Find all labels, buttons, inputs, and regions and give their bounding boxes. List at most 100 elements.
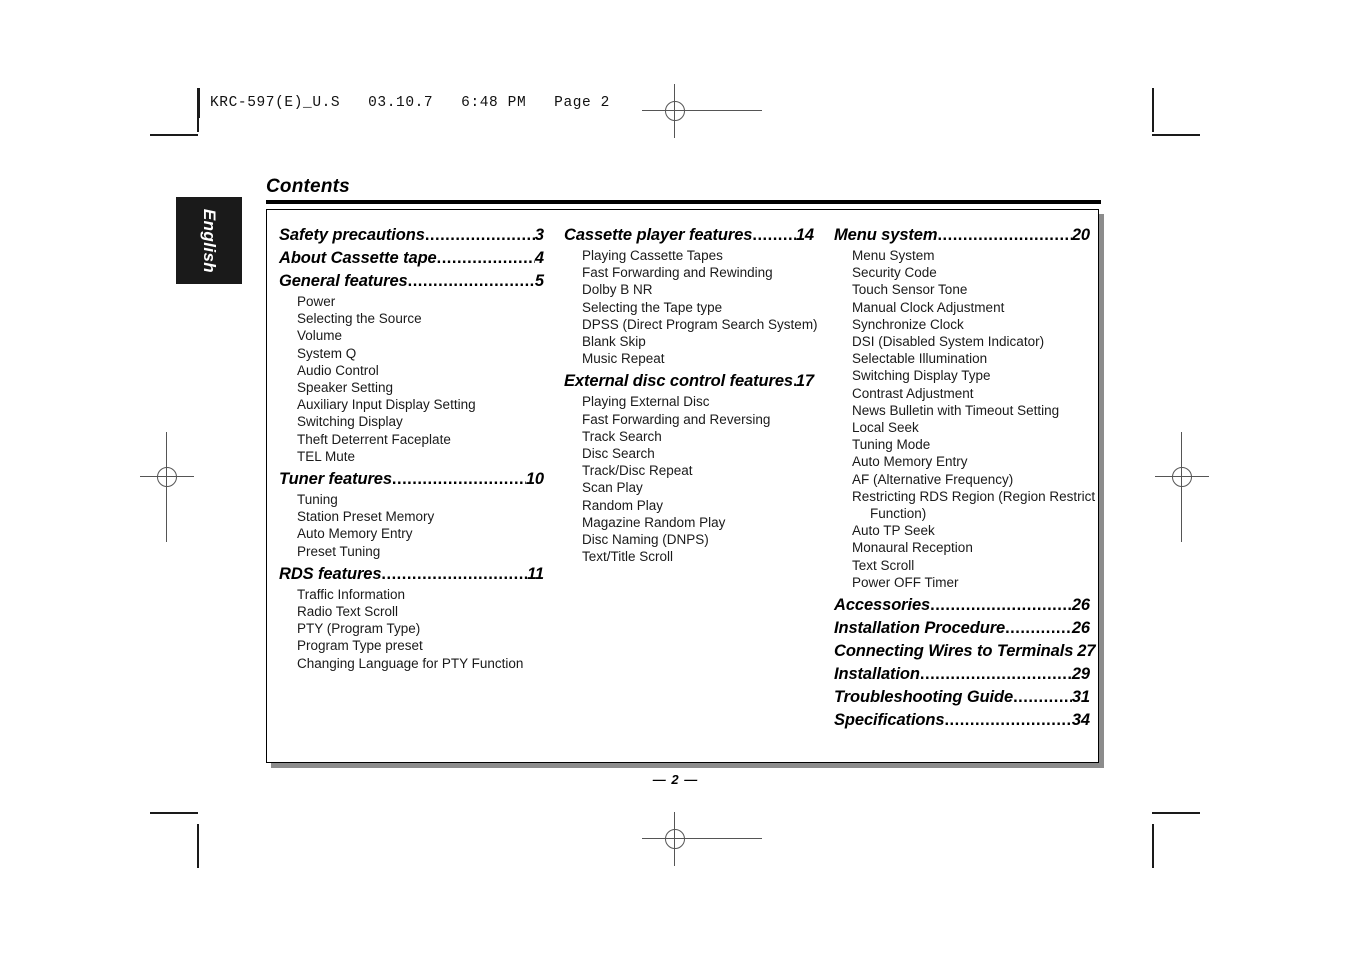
contents-subitem[interactable]: TEL Mute bbox=[279, 448, 544, 465]
contents-subitem[interactable]: System Q bbox=[279, 345, 544, 362]
page-title: Contents bbox=[266, 176, 350, 197]
contents-subitem[interactable]: Synchronize Clock bbox=[834, 316, 1090, 333]
contents-entry[interactable]: RDS features 11 bbox=[279, 563, 544, 586]
contents-subitem[interactable]: Tuning bbox=[279, 491, 544, 508]
contents-subitem[interactable]: Volume bbox=[279, 327, 544, 344]
dot-leader bbox=[752, 224, 795, 247]
contents-subitem[interactable]: Local Seek bbox=[834, 419, 1090, 436]
registration-mark-left bbox=[140, 432, 194, 542]
contents-entry[interactable]: Cassette player features 14 bbox=[564, 224, 814, 247]
contents-subitem[interactable]: Speaker Setting bbox=[279, 379, 544, 396]
contents-entry[interactable]: Accessories 26 bbox=[834, 594, 1090, 617]
contents-entry[interactable]: External disc control features17 bbox=[564, 370, 814, 393]
contents-subitem[interactable]: Track Search bbox=[564, 428, 814, 445]
contents-subitem[interactable]: DPSS (Direct Program Search System) bbox=[564, 316, 818, 333]
contents-subitem[interactable]: Auxiliary Input Display Setting bbox=[279, 396, 544, 413]
contents-subitem[interactable]: Track/Disc Repeat bbox=[564, 462, 814, 479]
contents-subitem[interactable]: Selectable Illumination bbox=[834, 350, 1090, 367]
contents-subitem[interactable]: Text Scroll bbox=[834, 557, 1090, 574]
language-tab-label: English bbox=[200, 208, 219, 273]
contents-subitem[interactable]: Touch Sensor Tone bbox=[834, 281, 1090, 298]
contents-entry[interactable]: Safety precautions 3 bbox=[279, 224, 544, 247]
contents-subitem[interactable]: News Bulletin with Timeout Setting bbox=[834, 402, 1090, 419]
contents-subitem[interactable]: Auto Memory Entry bbox=[834, 453, 1090, 470]
dot-leader bbox=[937, 224, 1071, 247]
dot-leader bbox=[930, 594, 1072, 617]
contents-subitem[interactable]: Theft Deterrent Faceplate bbox=[279, 431, 544, 448]
dot-leader bbox=[425, 224, 535, 247]
contents-entry[interactable]: Specifications 34 bbox=[834, 709, 1090, 732]
contents-subitem[interactable]: Audio Control bbox=[279, 362, 544, 379]
contents-subitem[interactable]: Manual Clock Adjustment bbox=[834, 299, 1090, 316]
contents-subitem[interactable]: Security Code bbox=[834, 264, 1090, 281]
contents-subitem[interactable]: Playing External Disc bbox=[564, 393, 814, 410]
dot-leader bbox=[408, 270, 535, 293]
contents-subitem[interactable]: Power bbox=[279, 293, 544, 310]
contents-subitem[interactable]: PTY (Program Type) bbox=[279, 620, 544, 637]
contents-subitem[interactable]: Restricting RDS Region (Region Restrict bbox=[834, 488, 1095, 505]
contents-subitem[interactable]: Program Type preset bbox=[279, 637, 544, 654]
dot-leader bbox=[381, 563, 527, 586]
contents-entry[interactable]: Connecting Wires to Terminals 27 bbox=[834, 640, 1096, 663]
contents-subitem-continuation: Function) bbox=[870, 506, 927, 522]
contents-entry-page: 14 bbox=[795, 226, 814, 244]
contents-subitem[interactable]: Music Repeat bbox=[564, 350, 814, 367]
contents-entry[interactable]: Installation Procedure 26 bbox=[834, 617, 1090, 640]
contents-entry-title: General features bbox=[279, 272, 408, 290]
contents-subitem[interactable]: Changing Language for PTY Function bbox=[279, 655, 544, 672]
contents-subitem[interactable]: Auto Memory Entry bbox=[279, 525, 544, 542]
contents-entry-title: External disc control features bbox=[564, 372, 793, 391]
contents-entry-title: Accessories bbox=[834, 596, 931, 615]
contents-entry-title: Cassette player features bbox=[564, 226, 753, 244]
contents-subitem[interactable]: Preset Tuning bbox=[279, 543, 544, 560]
contents-subitem[interactable]: Station Preset Memory bbox=[279, 508, 544, 525]
contents-subitem[interactable]: Selecting the Source bbox=[279, 310, 544, 327]
contents-subitem[interactable]: Switching Display Type bbox=[834, 367, 1090, 384]
contents-subitem[interactable]: Playing Cassette Tapes bbox=[564, 247, 814, 264]
contents-subitem[interactable]: Random Play bbox=[564, 497, 814, 514]
contents-entry-page: 34 bbox=[1071, 711, 1090, 730]
contents-entry-title: Installation bbox=[834, 665, 920, 684]
dot-leader bbox=[392, 468, 526, 491]
dot-leader bbox=[1013, 686, 1072, 709]
registration-mark-right bbox=[1155, 432, 1209, 542]
contents-subitem[interactable]: Fast Forwarding and Reversing bbox=[564, 411, 814, 428]
contents-subitem[interactable]: Disc Search bbox=[564, 445, 814, 462]
contents-subitem[interactable]: Disc Naming (DNPS) bbox=[564, 531, 814, 548]
contents-entry-title: Installation Procedure bbox=[834, 619, 1006, 638]
contents-entry-page: 10 bbox=[525, 470, 544, 489]
contents-columns: Safety precautions 3 About Cassette tape 4 G… bbox=[267, 210, 1098, 762]
contents-column-2: Cassette player features 14 Playing Casset… bbox=[552, 224, 822, 762]
contents-subitem[interactable]: Selecting the Tape type bbox=[564, 299, 814, 316]
contents-subitem[interactable]: Radio Text Scroll bbox=[279, 603, 544, 620]
contents-subitem[interactable]: Scan Play bbox=[564, 479, 814, 496]
contents-subitem[interactable]: AF (Alternative Frequency) bbox=[834, 471, 1090, 488]
contents-subitem[interactable]: Magazine Random Play bbox=[564, 514, 814, 531]
contents-subitem[interactable]: DSI (Disabled System Indicator) bbox=[834, 333, 1090, 350]
contents-subitem[interactable]: Blank Skip bbox=[564, 333, 814, 350]
contents-subitem[interactable]: Dolby B NR bbox=[564, 281, 814, 298]
contents-entry[interactable]: Troubleshooting Guide 31 bbox=[834, 686, 1090, 709]
contents-subitem[interactable]: Traffic Information bbox=[279, 586, 544, 603]
contents-subitem[interactable]: Power OFF Timer bbox=[834, 574, 1090, 591]
contents-entry[interactable]: General features 5 bbox=[279, 270, 544, 293]
contents-entry-title: Safety precautions bbox=[279, 226, 425, 244]
contents-subitem[interactable]: Text/Title Scroll bbox=[564, 548, 814, 565]
contents-entry[interactable]: About Cassette tape 4 bbox=[279, 247, 544, 270]
contents-subitem[interactable]: Monaural Reception bbox=[834, 539, 1090, 556]
contents-subitem[interactable]: Switching Display bbox=[279, 413, 544, 430]
contents-entry-page: 17 bbox=[795, 372, 814, 391]
contents-subitem[interactable]: Contrast Adjustment bbox=[834, 385, 1090, 402]
contents-entry[interactable]: Menu system 20 bbox=[834, 224, 1090, 247]
contents-subitem[interactable]: Auto TP Seek bbox=[834, 522, 1090, 539]
contents-entry[interactable]: Tuner features 10 bbox=[279, 468, 544, 491]
contents-subitem[interactable]: Menu System bbox=[834, 247, 1090, 264]
crop-mark-top-right-horizontal bbox=[1152, 134, 1200, 136]
contents-subitem[interactable]: Tuning Mode bbox=[834, 436, 1090, 453]
contents-entry-title: About Cassette tape bbox=[279, 249, 437, 267]
contents-subitem[interactable]: Fast Forwarding and Rewinding bbox=[564, 264, 814, 281]
contents-entry-page: 20 bbox=[1071, 226, 1090, 244]
crop-mark-bottom-right-vertical bbox=[1152, 824, 1154, 868]
contents-entry[interactable]: Installation 29 bbox=[834, 663, 1090, 686]
